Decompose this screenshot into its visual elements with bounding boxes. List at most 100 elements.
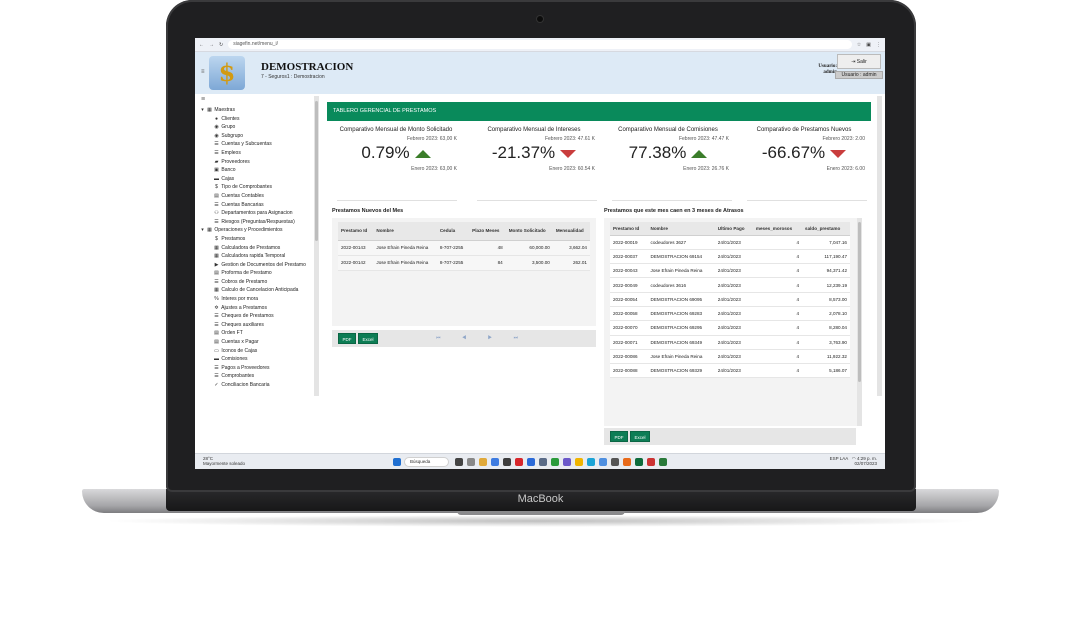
column-header[interactable]: Nombre: [647, 222, 715, 236]
chevron-down-icon[interactable]: ▾: [199, 106, 206, 115]
sidebar-item-cheques-de-prestamos[interactable]: ☰ Cheques de Prestamos: [195, 312, 320, 321]
sidebar-item-calculadora-rapida-temporal[interactable]: ▦ Calculadora rapida Temporal: [195, 252, 320, 261]
address-bar[interactable]: siagefin.net/menu_i/: [228, 40, 852, 49]
table-row[interactable]: 2022-00071 DEMOSTRACION 69349 24/01/2023 4 3…: [610, 335, 850, 350]
reload-icon[interactable]: ↻: [219, 42, 223, 48]
store-icon[interactable]: [587, 458, 595, 466]
sidebar-item-proforma-de-prestamo[interactable]: ▤ Proforma de Prestamo: [195, 269, 320, 278]
sidebar-item-riesgos-preguntas-respuestas[interactable]: ☰ Riesgos (Preguntas/Respuestas): [195, 218, 320, 227]
sidebar-item-departamentos-para-asignacion[interactable]: ⚇ Departamentos para Asignacion: [195, 209, 320, 218]
column-header[interactable]: meses_morosos: [752, 222, 803, 236]
sidebar-item-cobros-de-prestamo[interactable]: ☰ Cobros de Prestamo: [195, 278, 320, 287]
table-row[interactable]: 2022-00037 DEMOSTRACION 69154 24/01/2023 4 1…: [610, 249, 850, 265]
table-row[interactable]: 2022-00049 codeudores 3616 24/01/2023 4 12,2…: [610, 277, 850, 293]
table-row[interactable]: 2022-00088 DEMOSTRACION 69329 24/01/2023 4 5…: [610, 363, 850, 379]
column-header[interactable]: Prestamo Id: [338, 222, 374, 241]
column-header[interactable]: Monto Solicitado: [505, 222, 553, 241]
sidebar-item-maestras[interactable]: ▾ ▦ Maestras: [195, 106, 320, 115]
extensions-icon[interactable]: ▣: [866, 42, 871, 48]
sidebar-item-gestion-de-documentos-del-prestamo[interactable]: ▶ Gestion de Documentos del Prestamo: [195, 261, 320, 270]
table-row[interactable]: 2022-00142 Jose Efrain Pineda Reina 8-707-…: [338, 255, 590, 271]
sidebar-item-prestamos[interactable]: $ Prestamos: [195, 235, 320, 244]
excel-icon[interactable]: [551, 458, 559, 466]
column-header[interactable]: Nombre: [373, 222, 437, 241]
word-icon[interactable]: [527, 458, 535, 466]
sidebar-item-cuentas-contables[interactable]: ▤ Cuentas Contables: [195, 192, 320, 201]
terminal-icon[interactable]: [503, 458, 511, 466]
table-row[interactable]: 2022-00054 DEMOSTRACION 69095 24/01/2023 4 8…: [610, 292, 850, 307]
arrears-scroll-thumb[interactable]: [858, 222, 861, 382]
pager[interactable]: ⏮ ◀ ▶ ⏭: [436, 333, 528, 344]
column-header[interactable]: Mensualidad: [552, 222, 590, 241]
sidebar-item-tipo-de-comprobantes[interactable]: $ Tipo de Comprobantes: [195, 183, 320, 192]
sidebar-item-subgrupo[interactable]: ◉ Subgrupo: [195, 132, 320, 141]
sidebar-item-calculo-de-cancelacion-anticipada[interactable]: ▦ Calculo de Cancelacion Anticipada: [195, 286, 320, 295]
menu-dots-icon[interactable]: ⋮: [876, 42, 881, 48]
chevron-down-icon[interactable]: ▾: [199, 226, 206, 235]
system-tray[interactable]: ESP LAA ◠ 4:29 p. m. 02/07/2023: [830, 456, 877, 466]
explorer-icon[interactable]: [575, 458, 583, 466]
widgets-icon[interactable]: [467, 458, 475, 466]
excel-button[interactable]: Excel: [630, 431, 650, 442]
mail-icon[interactable]: [599, 458, 607, 466]
forward-icon[interactable]: →: [209, 42, 214, 48]
sidebar-item-calculadora-de-prestamos[interactable]: ▦ Calculadora de Prestamos: [195, 244, 320, 253]
sidebar-item-proveedores[interactable]: ▰ Proveedores: [195, 158, 320, 167]
sidebar-item-conciliacion-bancaria[interactable]: ✓ Conciliacion Bancaria: [195, 381, 320, 390]
sidebar-scroll-thumb[interactable]: [315, 101, 318, 241]
sidebar-item-operaciones-y-procedimientos[interactable]: ▾ ▦ Operaciones y Procedimientos: [195, 226, 320, 235]
sidebar-item-comisiones[interactable]: ▬ Comisiones: [195, 355, 320, 364]
user-button[interactable]: Usuario : admin: [835, 71, 883, 79]
page-scrollbar[interactable]: [877, 96, 882, 396]
sidebar-item-iconos-de-cajas[interactable]: ▭ Iconos de Cajas: [195, 347, 320, 356]
task-view-icon[interactable]: [455, 458, 463, 466]
app-icon[interactable]: [539, 458, 547, 466]
sidebar-item-ajustes-a-prestamos[interactable]: ✲ Ajustes a Prestamos: [195, 304, 320, 313]
sidebar-item-cuentas-y-subcuentas[interactable]: ☰ Cuentas y Subcuentas: [195, 140, 320, 149]
hamburger-icon[interactable]: ≡: [201, 69, 205, 75]
opera-icon[interactable]: [515, 458, 523, 466]
sidebar-item-clientes[interactable]: ● Clientes: [195, 115, 320, 124]
app3-icon[interactable]: [659, 458, 667, 466]
sidebar-item-interes-por-mora[interactable]: % Interes por mora: [195, 295, 320, 304]
table-row[interactable]: 2022-00058 DEMOSTRACION 69283 24/01/2023 4 2…: [610, 306, 850, 322]
sidebar-item-grupo[interactable]: ◉ Grupo: [195, 123, 320, 132]
back-icon[interactable]: ←: [199, 42, 204, 48]
logout-button[interactable]: ⇥ Salir: [837, 54, 881, 69]
sidebar-item-empleos[interactable]: ☰ Empleos: [195, 149, 320, 158]
column-header[interactable]: Ultimo Pago: [714, 222, 753, 236]
start-icon[interactable]: [393, 458, 401, 466]
weather-widget[interactable]: 28°C Mayormente soleado: [203, 456, 245, 466]
chrome-icon[interactable]: [479, 458, 487, 466]
table-row[interactable]: 2022-00043 Jose Efrain Pineda Reina 24/01/…: [610, 263, 850, 279]
edge-icon[interactable]: [491, 458, 499, 466]
column-header[interactable]: Prestamo Id: [610, 222, 648, 236]
excel2-icon[interactable]: [635, 458, 643, 466]
sidebar-item-cuentas-bancarias[interactable]: ☰ Cuentas Bancarias: [195, 201, 320, 210]
sidebar-item-orden-ft[interactable]: ▤ Orden FT: [195, 329, 320, 338]
table-row[interactable]: 2022-00143 Jose Efrain Pineda Reina 8-707-…: [338, 240, 590, 256]
star-icon[interactable]: ☆: [857, 42, 861, 48]
column-header[interactable]: saldo_prestamo: [802, 222, 850, 236]
table-cell: 8-707-2255: [436, 255, 470, 271]
sidebar-item-cheques-auxiliares[interactable]: ☰ Cheques auxiliares: [195, 321, 320, 330]
photos-icon[interactable]: [623, 458, 631, 466]
table-row[interactable]: 2022-00019 codeudores 3627 24/01/2023 4 7,04…: [610, 235, 850, 250]
column-header[interactable]: Cedula: [436, 222, 470, 241]
sidebar-item-cajas[interactable]: ▬ Cajas: [195, 175, 320, 184]
sidebar-toggle-icon[interactable]: ≡: [195, 96, 320, 106]
app2-icon[interactable]: [647, 458, 655, 466]
pdf-button[interactable]: PDF: [338, 333, 356, 344]
table-row[interactable]: 2022-00086 Jose Efrain Pineda Reina 24/01/…: [610, 349, 850, 365]
sidebar-item-banco[interactable]: ▣ Banco: [195, 166, 320, 175]
sidebar-item-pagos-a-proveedores[interactable]: ☰ Pagos a Proveedores: [195, 364, 320, 373]
pdf-button[interactable]: PDF: [610, 431, 628, 442]
sidebar-item-cuentas-x-pagar[interactable]: ▤ Cuentas x Pagar: [195, 338, 320, 347]
column-header[interactable]: Plazo Meses: [469, 222, 506, 241]
settings-icon[interactable]: [611, 458, 619, 466]
table-row[interactable]: 2022-00070 DEMOSTRACION 69295 24/01/2023 4 8…: [610, 320, 850, 336]
sidebar-item-comprobantes[interactable]: ☰ Comprobantes: [195, 372, 320, 381]
excel-button[interactable]: Excel: [358, 333, 378, 344]
teams-icon[interactable]: [563, 458, 571, 466]
taskbar-search[interactable]: Búsqueda: [404, 457, 449, 467]
